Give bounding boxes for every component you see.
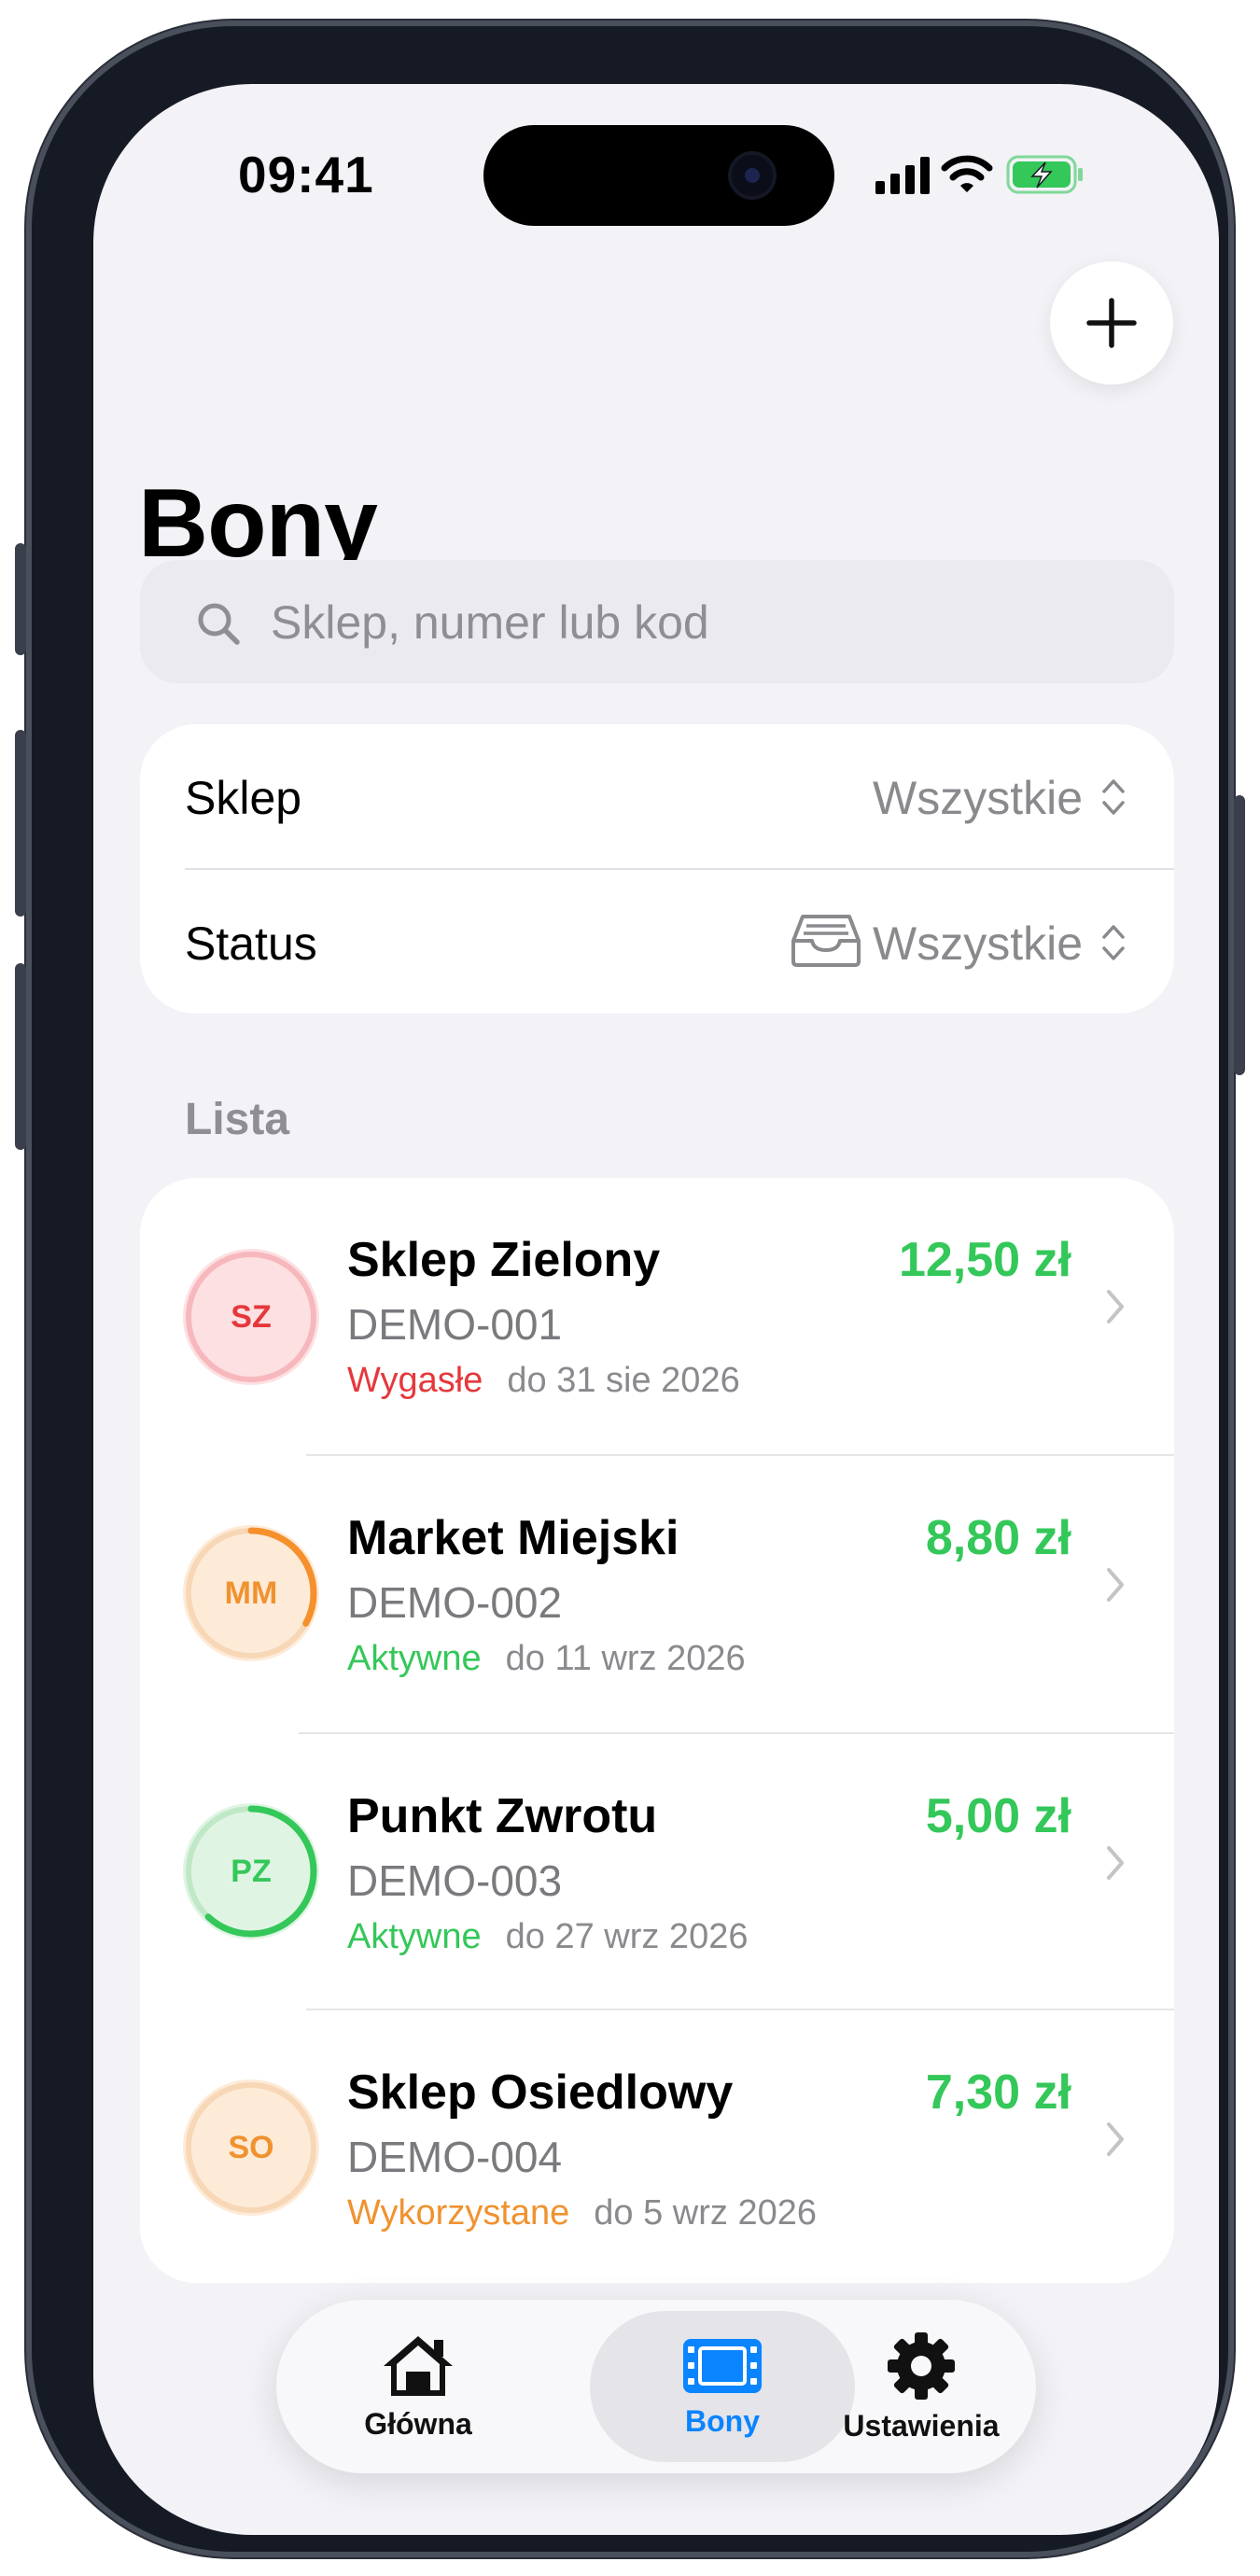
- voucher-row[interactable]: SZ Sklep Zielony 12,50 zł DEMO-001 Wygas…: [140, 1178, 1174, 1454]
- chevron-right-icon: [1107, 1846, 1124, 1880]
- voucher-expiry: do 31 sie 2026: [507, 1361, 740, 1400]
- voucher-status-line: Aktywne do 27 wrz 2026: [347, 1917, 748, 1957]
- phone-frame: 09:41 Bony Sklep, numer lub kod Sklep Ws…: [15, 21, 1245, 2557]
- chevron-up-down-icon: [1102, 779, 1125, 815]
- voucher-avatar: MM: [183, 1525, 319, 1661]
- chevron-right-icon: [1107, 1568, 1124, 1602]
- voucher-amount: 12,50 zł: [898, 1233, 1071, 1287]
- section-label: Lista: [185, 1095, 290, 1144]
- voucher-list: SZ Sklep Zielony 12,50 zł DEMO-001 Wygas…: [140, 1178, 1174, 2283]
- voucher-expiry: do 5 wrz 2026: [594, 2193, 817, 2233]
- shop-filter-value[interactable]: Wszystkie: [873, 771, 1083, 825]
- add-voucher-button[interactable]: [1050, 261, 1173, 385]
- voucher-shop-name: Sklep Zielony: [347, 1233, 661, 1287]
- voucher-status: Wygasłe: [347, 1361, 483, 1400]
- voucher-initials: MM: [224, 1575, 278, 1611]
- tray-icon: [791, 915, 861, 967]
- volume-up-button: [15, 730, 26, 917]
- status-time: 09:41: [238, 146, 374, 203]
- house-icon: [384, 2335, 453, 2396]
- plus-icon: [1086, 298, 1137, 348]
- volume-down-button: [15, 963, 26, 1150]
- voucher-code: DEMO-004: [347, 2133, 563, 2181]
- voucher-expiry: do 27 wrz 2026: [505, 1917, 749, 1956]
- cellular-signal-icon: [875, 157, 930, 194]
- chevron-up-down-icon: [1102, 925, 1125, 960]
- voucher-row[interactable]: SO Sklep Osiedlowy 7,30 zł DEMO-004 Wyko…: [140, 2010, 1174, 2287]
- search-icon: [198, 603, 240, 645]
- tab-bar: Główna Bony Ustawienia: [276, 2300, 1036, 2473]
- voucher-amount: 5,00 zł: [925, 1789, 1071, 1843]
- voucher-code: DEMO-001: [347, 1300, 563, 1349]
- voucher-avatar: SO: [183, 2079, 319, 2216]
- tab-label-vouchers: Bony: [685, 2403, 760, 2438]
- status-filter-label: Status: [185, 917, 317, 970]
- battery-charging-icon: [1006, 155, 1083, 194]
- voucher-avatar: SZ: [183, 1249, 319, 1385]
- voucher-status-line: Aktywne do 11 wrz 2026: [347, 1639, 746, 1679]
- voucher-status: Aktywne: [347, 1639, 482, 1678]
- gear-icon: [888, 2331, 955, 2400]
- voucher-initials: SO: [228, 2129, 274, 2165]
- voucher-amount: 7,30 zł: [925, 2065, 1071, 2120]
- power-button: [1234, 795, 1245, 1075]
- voucher-status: Aktywne: [347, 1917, 482, 1956]
- voucher-avatar: PZ: [183, 1803, 319, 1939]
- wifi-icon: [941, 155, 993, 192]
- tab-label-home: Główna: [364, 2406, 472, 2441]
- voucher-shop-name: Sklep Osiedlowy: [347, 2065, 734, 2120]
- tab-home[interactable]: Główna: [314, 2300, 523, 2473]
- screen: 09:41 Bony Sklep, numer lub kod Sklep Ws…: [93, 84, 1219, 2535]
- search-placeholder[interactable]: Sklep, numer lub kod: [271, 595, 709, 650]
- voucher-status-line: Wygasłe do 31 sie 2026: [347, 1361, 740, 1401]
- dynamic-island: [483, 125, 834, 226]
- front-camera: [728, 151, 777, 200]
- chevron-right-icon: [1107, 2122, 1124, 2156]
- voucher-code: DEMO-003: [347, 1856, 563, 1905]
- voucher-row[interactable]: MM Market Miejski 8,80 zł DEMO-002 Aktyw…: [140, 1456, 1174, 1732]
- shop-filter-row[interactable]: Sklep Wszystkie: [140, 724, 1174, 868]
- tab-label-settings: Ustawienia: [843, 2408, 1000, 2443]
- voucher-shop-name: Market Miejski: [347, 1511, 679, 1565]
- action-button: [15, 543, 26, 655]
- voucher-shop-name: Punkt Zwrotu: [347, 1789, 658, 1843]
- chevron-right-icon: [1107, 1290, 1124, 1323]
- voucher-initials: SZ: [231, 1298, 272, 1335]
- voucher-amount: 8,80 zł: [925, 1511, 1071, 1565]
- tab-settings[interactable]: Ustawienia: [814, 2300, 1029, 2473]
- voucher-status: Wykorzystane: [347, 2193, 570, 2233]
- tab-vouchers[interactable]: Bony: [605, 2300, 840, 2473]
- voucher-initials: PZ: [231, 1853, 272, 1889]
- filters-card: Sklep Wszystkie Status Wszystkie: [140, 724, 1174, 1014]
- voucher-status-line: Wykorzystane do 5 wrz 2026: [347, 2193, 817, 2233]
- status-filter-row[interactable]: Status Wszystkie: [140, 870, 1174, 1014]
- voucher-row[interactable]: PZ Punkt Zwrotu 5,00 zł DEMO-003 Aktywne…: [140, 1734, 1174, 2010]
- status-filter-value[interactable]: Wszystkie: [873, 917, 1083, 971]
- voucher-code: DEMO-002: [347, 1578, 563, 1627]
- shop-filter-label: Sklep: [185, 772, 302, 824]
- voucher-expiry: do 11 wrz 2026: [505, 1639, 746, 1678]
- ticket-icon: [683, 2338, 762, 2393]
